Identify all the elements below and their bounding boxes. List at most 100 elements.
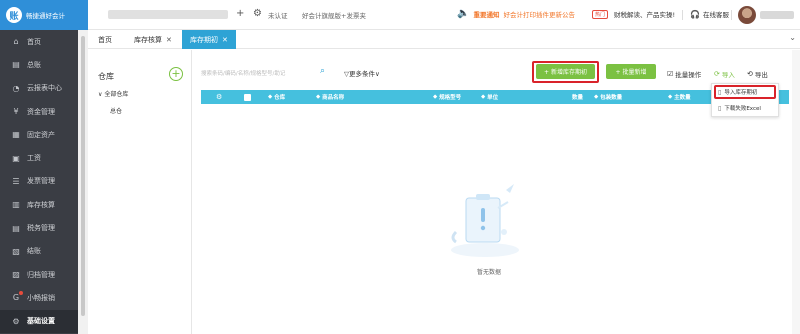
import-dropdown: ▯ 导入库存期初 ▯ 下载失败Excel xyxy=(711,83,779,117)
search-input[interactable]: 搜索条码/编码/名称/规格型号/助记 ⌕ xyxy=(201,66,325,79)
sidebar-item-ledger[interactable]: ▤ 总账 xyxy=(0,53,78,76)
column-unit[interactable]: ◆ 单位 xyxy=(481,90,498,104)
download-icon: ▯ xyxy=(718,104,722,112)
sidebar-item-closing[interactable]: ▧ 结账 xyxy=(0,240,78,263)
batch-add-button[interactable]: + 批量新增 xyxy=(606,64,656,79)
import-icon: ⟳ xyxy=(714,70,720,78)
divider xyxy=(731,10,732,20)
ledger-icon: ▤ xyxy=(12,60,20,70)
import-opening-inventory-option[interactable]: ▯ 导入库存期初 xyxy=(718,88,757,97)
hot-link[interactable]: 热门 财税解读、产品实操! xyxy=(592,9,675,19)
chevron-down-icon[interactable]: ⌄ xyxy=(789,33,796,42)
tree-root-all-warehouses[interactable]: ∨ 全部仓库 xyxy=(98,89,128,98)
export-button[interactable]: ⟲ 导出 xyxy=(747,69,768,79)
tab-label: 首页 xyxy=(98,35,112,44)
hot-text[interactable]: 财税解读、产品实操! xyxy=(614,9,675,19)
sidebar-item-label: 资金管理 xyxy=(27,107,55,116)
sidebar-item-invoices[interactable]: ☰ 发票管理 xyxy=(0,170,78,193)
column-label: 单位 xyxy=(487,95,499,101)
column-label: 仓库 xyxy=(274,95,286,101)
close-icon[interactable]: ✕ xyxy=(166,36,172,44)
content-scrollbar[interactable] xyxy=(792,50,800,334)
column-quantity[interactable]: 数量 xyxy=(572,90,583,104)
column-label: 规格型号 xyxy=(439,95,462,101)
column-package-quantity[interactable]: ◆ 包装数量 xyxy=(594,90,622,104)
online-service-button[interactable]: 🎧 在线客服 xyxy=(690,9,729,20)
column-settings-icon[interactable]: ⚙ xyxy=(216,90,222,104)
column-product-name[interactable]: ◆ 商品名称 xyxy=(316,90,344,104)
add-opening-inventory-button[interactable]: + 新增库存期初 xyxy=(536,64,595,79)
import-file-icon: ▯ xyxy=(718,88,722,96)
sidebar-item-tax[interactable]: ▤ 税务管理 xyxy=(0,216,78,239)
account-name-blurred[interactable] xyxy=(108,10,228,19)
more-conditions-button[interactable]: ▽更多条件∨ xyxy=(344,68,380,78)
sidebar-item-fixed-assets[interactable]: ▦ 固定资产 xyxy=(0,123,78,146)
payroll-icon: ▣ xyxy=(12,153,20,163)
import-button[interactable]: ⟳ 导入 xyxy=(714,69,735,79)
add-icon[interactable]: + xyxy=(236,8,244,19)
tab-bar: 首页 库存核算 ✕ 库存期初 ✕ ⌄ xyxy=(88,30,800,49)
top-bar: 账 畅捷通好会计 + ⚙ 未认证 好会计旗舰版+发票夹 🔈 重要通知 好会计打印… xyxy=(0,0,800,30)
notice-text[interactable]: 好会计打印插件更新公告 xyxy=(503,9,575,19)
sidebar-item-archive[interactable]: ▨ 归档管理 xyxy=(0,263,78,286)
scrollbar-thumb[interactable] xyxy=(81,36,85,316)
notice-banner[interactable]: 🔈 重要通知 好会计打印插件更新公告 xyxy=(457,8,575,19)
search-icon[interactable]: ⌕ xyxy=(320,66,325,76)
sidebar-item-home[interactable]: ⌂ 首页 xyxy=(0,30,78,53)
empty-state-illustration xyxy=(440,180,530,280)
gear-icon[interactable]: ⚙ xyxy=(253,8,262,19)
sidebar: ⌂ 首页 ▤ 总账 ◔ 云报表中心 ¥ 资金管理 ▦ 固定资产 ▣ 工资 ☰ 发票管理 ▥ 库存… xyxy=(0,30,78,334)
assets-icon: ▦ xyxy=(12,130,20,140)
sidebar-item-funds[interactable]: ¥ 资金管理 xyxy=(0,100,78,123)
tab-home[interactable]: 首页 xyxy=(90,30,120,49)
sidebar-item-reports[interactable]: ◔ 云报表中心 xyxy=(0,77,78,100)
sidebar-item-label: 库存核算 xyxy=(27,200,55,209)
gear-icon: ⚙ xyxy=(12,316,20,326)
tree-node-main-warehouse[interactable]: 总仓 xyxy=(110,106,122,115)
unverified-label[interactable]: 未认证 xyxy=(268,10,288,20)
sidebar-item-label: 固定资产 xyxy=(27,130,55,139)
sidebar-item-label: 首页 xyxy=(27,37,41,46)
close-icon[interactable]: ✕ xyxy=(222,36,228,44)
hot-badge: 热门 xyxy=(592,9,609,19)
column-label: 包装数量 xyxy=(600,95,623,101)
sidebar-item-inventory[interactable]: ▥ 库存核算 xyxy=(0,193,78,216)
inventory-icon: ▥ xyxy=(12,200,20,210)
export-label: 导出 xyxy=(754,71,768,79)
sidebar-item-expense[interactable]: G 小畅报销 xyxy=(0,286,78,309)
sidebar-item-payroll[interactable]: ▣ 工资 xyxy=(0,146,78,169)
batch-operations-label: 批量操作 xyxy=(675,71,702,79)
tree-node-label: 全部仓库 xyxy=(104,91,129,98)
chart-icon: ◔ xyxy=(12,83,20,93)
sidebar-scrollbar[interactable] xyxy=(78,30,88,334)
add-warehouse-button[interactable]: + xyxy=(169,67,183,81)
user-name-blurred[interactable] xyxy=(760,11,794,19)
column-label: 数量 xyxy=(572,95,584,101)
archive-icon: ▨ xyxy=(12,270,20,280)
search-placeholder: 搜索条码/编码/名称/规格型号/助记 xyxy=(201,71,286,77)
logo-icon: 账 xyxy=(6,7,22,23)
warehouse-title: 仓库 xyxy=(98,72,114,81)
select-all-checkbox[interactable] xyxy=(244,90,251,104)
sidebar-item-label: 总账 xyxy=(27,60,41,69)
tab-opening-inventory[interactable]: 库存期初 ✕ xyxy=(182,30,236,49)
edit-icon: ☑ xyxy=(667,70,674,78)
sidebar-item-label: 税务管理 xyxy=(27,224,55,233)
download-failed-excel-option[interactable]: ▯ 下载失败Excel xyxy=(718,104,761,113)
column-warehouse[interactable]: ◆ 仓库 xyxy=(268,90,285,104)
column-main-quantity[interactable]: ◆ 主数量 xyxy=(668,90,691,104)
app-logo[interactable]: 账 畅捷通好会计 xyxy=(0,0,88,30)
online-service-label: 在线客服 xyxy=(702,11,729,19)
avatar[interactable] xyxy=(738,6,756,24)
import-label: 导入 xyxy=(721,71,735,79)
invoice-icon: ☰ xyxy=(12,176,20,186)
sidebar-item-label: 归档管理 xyxy=(27,270,55,279)
sidebar-item-label: 工资 xyxy=(27,154,41,163)
sidebar-item-label: 结账 xyxy=(27,247,41,256)
product-version: 好会计旗舰版+发票夹 xyxy=(302,12,366,20)
column-spec[interactable]: ◆ 规格型号 xyxy=(433,90,461,104)
sidebar-item-settings[interactable]: ⚙ 基础设置 xyxy=(0,309,78,333)
batch-operations-button[interactable]: ☑ 批量操作 xyxy=(667,69,701,79)
tab-inventory-accounting[interactable]: 库存核算 ✕ xyxy=(126,30,180,49)
notification-dot xyxy=(19,291,23,296)
